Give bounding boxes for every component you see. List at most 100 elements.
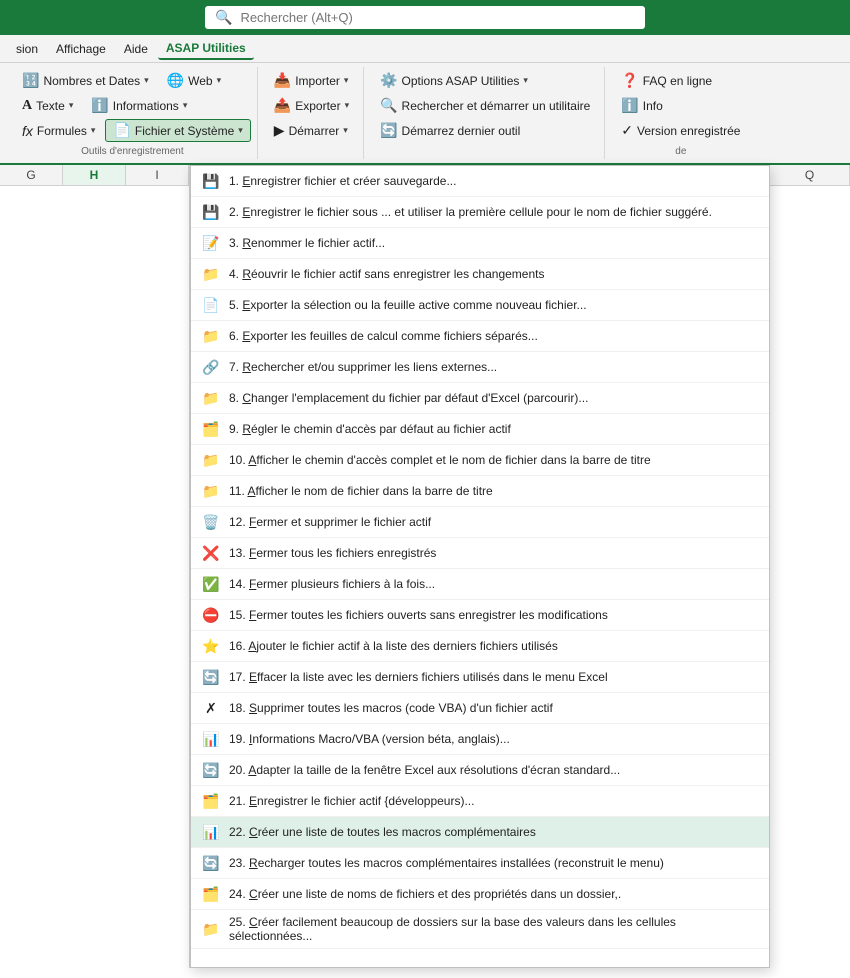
dropdown-item-text-10: 10. Afficher le chemin d'accès complet e… [229,453,759,467]
ribbon-row-4: 📥 Importer ▾ [266,69,357,92]
exporter-icon: 📤 [274,97,291,114]
dropdown-item-text-18: 18. Supprimer toutes les macros (code VB… [229,701,759,715]
fichier-icon: 📄 [113,122,130,139]
menu-item-asap[interactable]: ASAP Utilities [158,38,254,60]
ribbon-btn-faq[interactable]: ❓ FAQ en ligne [613,69,720,92]
ribbon-btn-importer[interactable]: 📥 Importer ▾ [266,69,357,92]
menu-item-aide[interactable]: Aide [116,39,156,59]
dropdown-item-12[interactable]: 🗑️12. Fermer et supprimer le fichier act… [191,507,769,538]
ribbon-btn-texte-label: Texte [36,99,65,113]
ribbon-btn-exporter[interactable]: 📤 Exporter ▾ [266,94,357,117]
col-header-left: G H I [0,165,189,186]
dropdown-item-14[interactable]: ✅14. Fermer plusieurs fichiers à la fois… [191,569,769,600]
dropdown-item-21[interactable]: 🗂️21. Enregistrer le fichier actif {déve… [191,786,769,817]
dropdown-item-icon-8: 📁 [201,388,221,408]
ribbon-btn-faq-label: FAQ en ligne [643,74,712,88]
ribbon-btn-version[interactable]: ✓ Version enregistrée [613,119,748,142]
dropdown-item-text-22: 22. Créer une liste de toutes les macros… [229,825,759,839]
ribbon-btn-informations[interactable]: ℹ️ Informations ▾ [83,94,195,117]
ribbon-btn-rechercher[interactable]: 🔍 Rechercher et démarrer un utilitaire [372,94,598,117]
dropdown-item-19[interactable]: 📊19. Informations Macro/VBA (version bét… [191,724,769,755]
dropdown-item-text-16: 16. Ajouter le fichier actif à la liste … [229,639,759,653]
ribbon-btn-demarrer-label: Démarrer [289,124,340,138]
dropdown-item-icon-5: 📄 [201,295,221,315]
dropdown-item-icon-12: 🗑️ [201,512,221,532]
chevron-down-icon-6: ▾ [238,125,243,136]
dropdown-item-text-13: 13. Fermer tous les fichiers enregistrés [229,546,759,560]
ribbon-btn-info-label: Info [643,99,663,113]
dropdown-item-24[interactable]: 🗂️24. Créer une liste de noms de fichier… [191,879,769,910]
dropdown-item-icon-19: 📊 [201,729,221,749]
dropdown-item-7[interactable]: 🔗7. Rechercher et/ou supprimer les liens… [191,352,769,383]
ribbon-btn-demarrer[interactable]: ▶ Démarrer ▾ [266,119,356,142]
dropdown-item-icon-7: 🔗 [201,357,221,377]
ribbon-btn-options-label: Options ASAP Utilities [402,74,520,88]
ribbon-btn-fichier[interactable]: 📄 Fichier et Système ▾ [105,119,250,142]
ribbon-group-label-1: Outils d'enregistrement [14,144,251,157]
dropdown-item-text-23: 23. Recharger toutes les macros compléme… [229,856,759,870]
dropdown-item-6[interactable]: 📁6. Exporter les feuilles de calcul comm… [191,321,769,352]
options-icon: ⚙️ [380,72,397,89]
ribbon-row-7: ⚙️ Options ASAP Utilities ▾ [372,69,536,92]
dropdown-item-icon-24: 🗂️ [201,884,221,904]
dropdown-item-icon-20: 🔄 [201,760,221,780]
dropdown-item-15[interactable]: ⛔15. Fermer toutes les fichiers ouverts … [191,600,769,631]
ribbon-btn-demarrez-dernier-label: Démarrez dernier outil [402,124,521,138]
ribbon-btn-demarrez-dernier[interactable]: 🔄 Démarrez dernier outil [372,119,528,142]
dropdown-item-3[interactable]: 📝 3. Renommer le fichier actif... [191,228,769,259]
demarrer-icon: ▶ [274,122,285,139]
col-header-q: Q [770,165,850,185]
dropdown-item-11[interactable]: 📁11. Afficher le nom de fichier dans la … [191,476,769,507]
dropdown-item-8[interactable]: 📁 8. Changer l'emplacement du fichier par… [191,383,769,414]
col-header-right: Q [770,165,850,186]
dropdown-item-23[interactable]: 🔄23. Recharger toutes les macros complém… [191,848,769,879]
dropdown-item-10[interactable]: 📁10. Afficher le chemin d'accès complet … [191,445,769,476]
ribbon-row-3: fx Formules ▾ 📄 Fichier et Système ▾ [14,119,251,142]
chevron-down-icon-10: ▾ [523,75,528,86]
dropdown-item-text-1: 1. Enregistrer fichier et créer sauvegar… [229,174,759,188]
dropdown-item-text-15: 15. Fermer toutes les fichiers ouverts s… [229,608,759,622]
dropdown-item-25[interactable]: 📁25. Créer facilement beaucoup de dossie… [191,910,769,949]
dropdown-item-text-8: 8. Changer l'emplacement du fichier par … [229,391,759,405]
chevron-down-icon-4: ▾ [183,100,188,111]
dropdown-item-text-3: 3. Renommer le fichier actif... [229,236,759,250]
ribbon-btn-web-label: Web [188,74,212,88]
search-input[interactable] [240,10,635,25]
dropdown-item-text-14: 14. Fermer plusieurs fichiers à la fois.… [229,577,759,591]
dropdown-item-5[interactable]: 📄5. Exporter la sélection ou la feuille … [191,290,769,321]
dropdown-item-icon-13: ❌ [201,543,221,563]
menu-item-sion[interactable]: sion [8,39,46,59]
dropdown-item-9[interactable]: 🗂️9. Régler le chemin d'accès par défaut… [191,414,769,445]
chevron-down-icon-3: ▾ [69,100,74,111]
version-icon: ✓ [621,122,633,139]
dropdown-item-text-11: 11. Afficher le nom de fichier dans la b… [229,484,759,498]
search-icon: 🔍 [215,9,232,26]
dropdown-menu: 💾1. Enregistrer fichier et créer sauvega… [190,165,770,968]
dropdown-item-1[interactable]: 💾1. Enregistrer fichier et créer sauvega… [191,166,769,197]
ribbon-btn-info[interactable]: ℹ️ Info [613,94,670,117]
ribbon-btn-texte[interactable]: A Texte ▾ [14,95,81,117]
ribbon-btn-web[interactable]: 🌐 Web ▾ [159,69,229,92]
faq-icon: ❓ [621,72,638,89]
ribbon-btn-importer-label: Importer [295,74,340,88]
dropdown-item-22[interactable]: 📊22. Créer une liste de toutes les macro… [191,817,769,848]
dropdown-item-2[interactable]: 💾2. Enregistrer le fichier sous ... et u… [191,197,769,228]
ribbon-group-import-export: 📥 Importer ▾ 📤 Exporter ▾ ▶ Démarrer ▾ [260,67,364,159]
ribbon-row-9: 🔄 Démarrez dernier outil [372,119,528,142]
dropdown-item-icon-18: ✗ [201,698,221,718]
menu-item-affichage[interactable]: Affichage [48,39,114,59]
dropdown-item-text-20: 20. Adapter la taille de la fenêtre Exce… [229,763,759,777]
ribbon-btn-formules[interactable]: fx Formules ▾ [14,120,103,142]
dropdown-item-icon-25: 📁 [201,919,221,939]
dropdown-item-16[interactable]: ⭐16. Ajouter le fichier actif à la liste… [191,631,769,662]
dropdown-item-13[interactable]: ❌ 13. Fermer tous les fichiers enregistré… [191,538,769,569]
ribbon-btn-options[interactable]: ⚙️ Options ASAP Utilities ▾ [372,69,536,92]
dropdown-item-4[interactable]: 📁4. Réouvrir le fichier actif sans enreg… [191,259,769,290]
dropdown-item-18[interactable]: ✗ 18. Supprimer toutes les macros (code V… [191,693,769,724]
dropdown-item-20[interactable]: 🔄 20. Adapter la taille de la fenêtre Exc… [191,755,769,786]
ribbon-row-2: A Texte ▾ ℹ️ Informations ▾ [14,94,195,117]
ribbon-btn-nombres[interactable]: 🔢 Nombres et Dates ▾ [14,69,157,92]
chevron-down-icon: ▾ [144,75,149,86]
dropdown-item-icon-3: 📝 [201,233,221,253]
dropdown-item-17[interactable]: 🔄17. Effacer la liste avec les derniers … [191,662,769,693]
